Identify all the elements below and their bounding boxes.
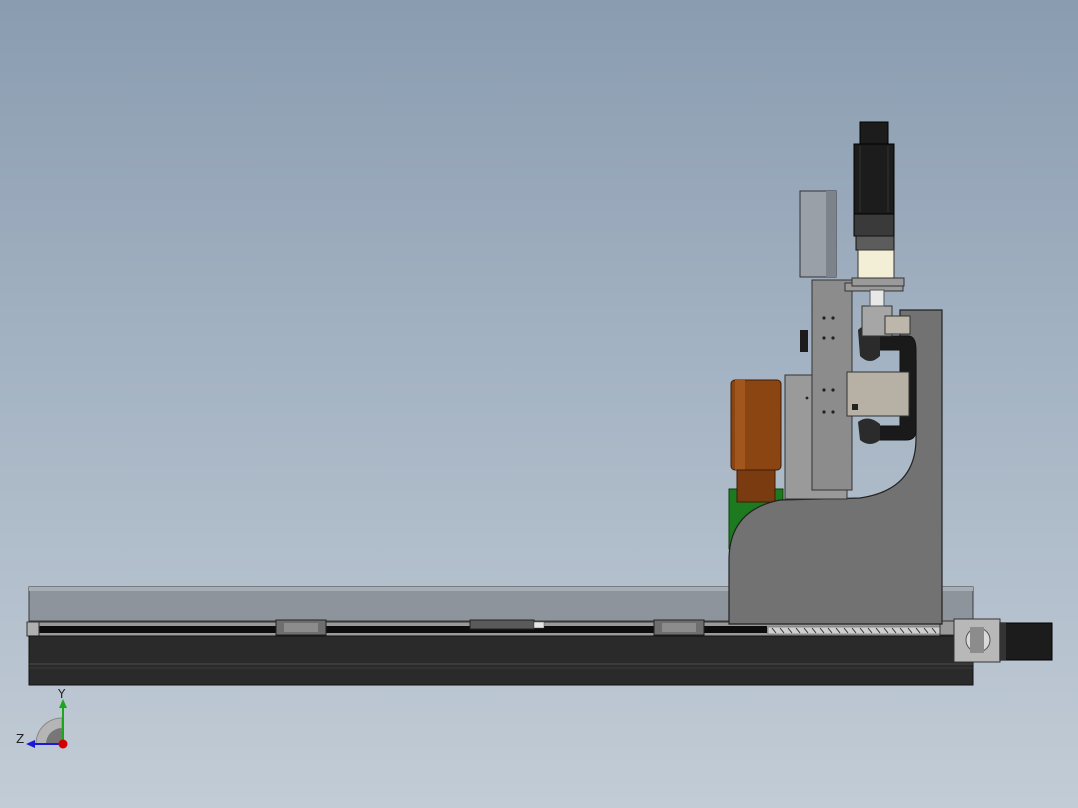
graphics-viewport[interactable]: Y Z (0, 0, 1078, 808)
z-servo-motor[interactable] (851, 121, 905, 287)
screw-nut (469, 619, 535, 630)
motor-flange (857, 249, 895, 279)
upper-slide-plate (811, 279, 853, 491)
coordinate-triad: Y Z (16, 687, 68, 749)
triad-y-label: Y (57, 687, 66, 701)
base-extrusion (28, 635, 974, 686)
ball-screw (767, 626, 949, 635)
cable-lower (858, 418, 880, 444)
triad-z-label: Z (16, 732, 24, 746)
axis-drive-motor[interactable] (939, 618, 1053, 663)
pneumatic-cylinder[interactable] (730, 379, 782, 503)
z-axis-assembly[interactable] (728, 121, 943, 625)
left-end-cap (26, 621, 40, 637)
drive-motor-body (999, 622, 1053, 661)
triad-x-axis (58, 739, 68, 749)
cad-model-view[interactable]: Y Z (0, 0, 1078, 808)
